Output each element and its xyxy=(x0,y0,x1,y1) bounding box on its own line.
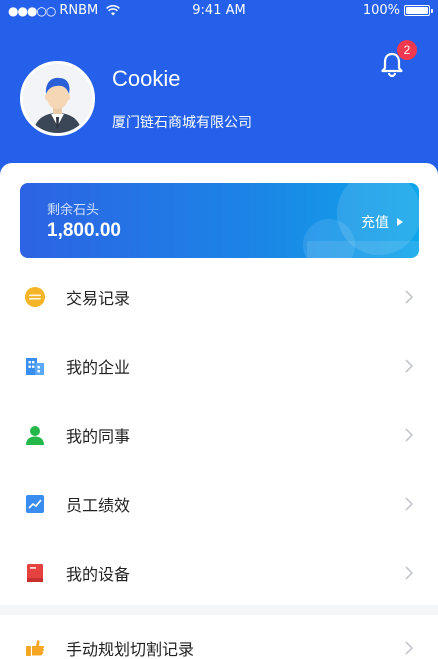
menu-item-colleagues[interactable]: 我的同事 xyxy=(0,405,438,465)
profile-header: ●●●○○ RNBM 9:41 AM 100% Cookie 厦门链石商城有限公… xyxy=(0,0,438,175)
chevron-right-icon xyxy=(405,641,414,655)
battery-percent: 100% xyxy=(362,3,400,18)
menu-label: 手动规划切割记录 xyxy=(66,640,195,659)
section-divider xyxy=(0,605,438,615)
balance-label: 剩余石头 xyxy=(47,203,100,218)
chevron-right-icon xyxy=(405,497,414,511)
notification-badge: 2 xyxy=(397,40,417,60)
profile-company: 厦门链石商城有限公司 xyxy=(112,115,252,131)
chevron-right-icon xyxy=(405,290,414,304)
menu-label: 员工绩效 xyxy=(66,496,131,515)
user-avatar-icon xyxy=(23,64,92,133)
chevron-right-icon xyxy=(405,359,414,373)
profile-name: Cookie xyxy=(112,66,181,91)
person-icon xyxy=(26,426,44,445)
coin-icon xyxy=(25,287,45,307)
menu-item-transactions[interactable]: 交易记录 xyxy=(0,267,438,327)
menu-item-performance[interactable]: 员工绩效 xyxy=(0,474,438,534)
status-bar: ●●●○○ RNBM 9:41 AM 100% xyxy=(0,0,438,22)
menu-label: 我的企业 xyxy=(66,358,131,377)
chevron-right-icon xyxy=(405,428,414,442)
avatar[interactable] xyxy=(20,61,95,136)
menu-item-cutting-records[interactable]: 手动规划切割记录 xyxy=(0,618,438,659)
menu-item-my-company[interactable]: 我的企业 xyxy=(0,336,438,396)
chart-icon xyxy=(26,495,44,513)
balance-card[interactable]: 剩余石头 1,800.00 充值 xyxy=(20,183,419,258)
menu-item-devices[interactable]: 我的设备 xyxy=(0,543,438,603)
device-icon xyxy=(27,564,43,582)
menu-label: 交易记录 xyxy=(66,289,131,308)
recharge-button[interactable]: 充值 xyxy=(361,212,403,232)
chevron-right-icon xyxy=(405,566,414,580)
play-arrow-icon xyxy=(397,218,403,226)
battery-icon xyxy=(404,5,433,16)
hand-point-icon xyxy=(26,640,45,656)
status-right: 100% xyxy=(362,3,433,18)
building-icon xyxy=(26,358,44,375)
menu-label: 我的设备 xyxy=(66,565,131,584)
recharge-label: 充值 xyxy=(361,215,389,231)
menu-label: 我的同事 xyxy=(66,427,131,446)
balance-value: 1,800.00 xyxy=(47,220,121,241)
